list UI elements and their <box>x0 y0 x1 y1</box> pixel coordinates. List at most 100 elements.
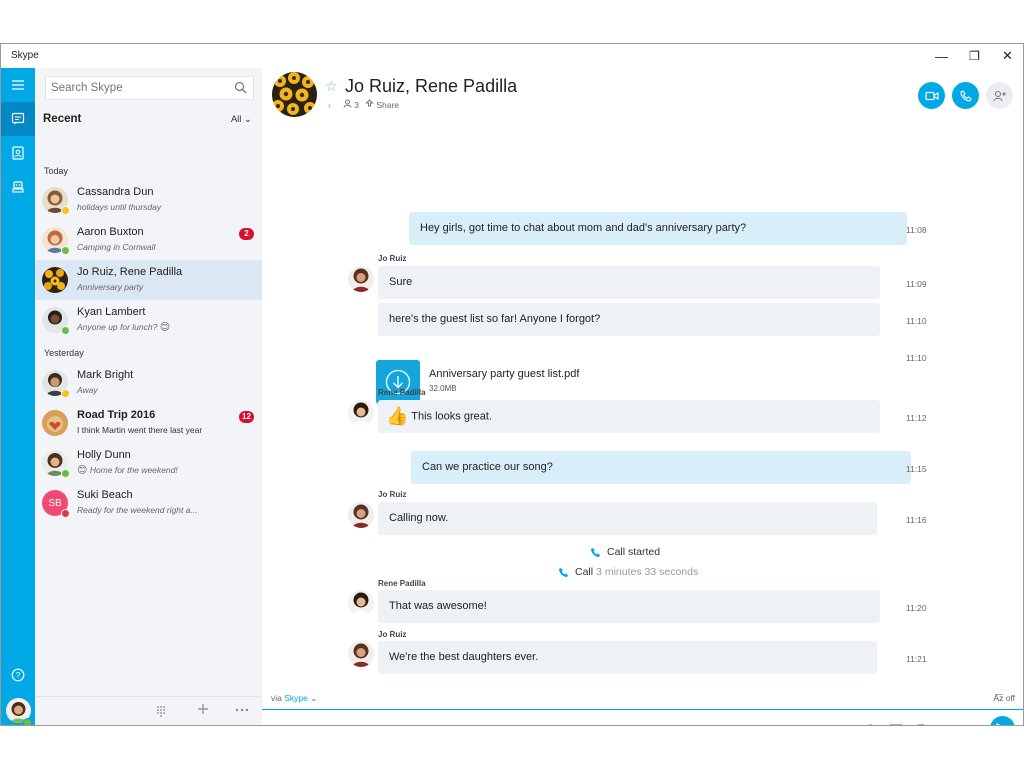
contact-name: Mark Bright <box>77 369 134 381</box>
message-bubble-incoming[interactable]: Sure <box>378 266 880 299</box>
more-icon[interactable] <box>235 703 249 718</box>
list-item[interactable]: Mark Bright Away <box>35 363 262 403</box>
chat-header: ☆ Jo Ruiz, Rene Padilla › 3 Share <box>262 68 1023 144</box>
sender-name: Jo Ruiz <box>378 490 407 499</box>
message-time: 11:10 <box>906 353 927 363</box>
add-icon[interactable] <box>197 703 209 718</box>
participants-button[interactable]: 3 <box>343 99 359 110</box>
add-person-icon <box>993 90 1006 101</box>
sender-name: Jo Ruiz <box>378 254 407 263</box>
list-item[interactable]: Holly Dunn 😊 Home for the weekend! <box>35 443 262 483</box>
message-bubble-outgoing[interactable]: Hey girls, got time to chat about mom an… <box>409 212 907 245</box>
chevron-right-icon[interactable]: › <box>328 100 331 110</box>
list-item[interactable]: Aaron Buxton Camping in Cornwall 2 <box>35 220 262 260</box>
sidebar-toolbar <box>35 696 262 725</box>
file-size: 32.0MB <box>429 384 457 393</box>
search-box[interactable] <box>45 76 254 100</box>
restore-button[interactable]: ❐ <box>958 44 991 68</box>
close-button[interactable]: ✕ <box>991 44 1023 68</box>
contact-mood: Anniversary party <box>77 282 144 292</box>
avatar[interactable] <box>348 400 374 426</box>
contact-name: Suki Beach <box>77 489 133 501</box>
status-online-icon <box>61 246 70 255</box>
contact-card-icon[interactable] <box>965 722 981 725</box>
list-item[interactable]: SB Suki Beach Ready for the weekend righ… <box>35 483 262 523</box>
avatar[interactable] <box>348 590 374 616</box>
call-icon <box>591 547 600 557</box>
contact-mood: holidays until thursday <box>77 202 162 212</box>
bots-icon[interactable] <box>1 170 35 204</box>
share-label: Share <box>376 100 400 110</box>
window-title: Skype <box>11 50 39 61</box>
send-button[interactable] <box>990 716 1015 725</box>
smile-emoji-icon: 😊 <box>77 465 88 476</box>
contact-name: Road Trip 2016 <box>77 409 156 421</box>
avatar[interactable] <box>348 502 374 528</box>
avatar[interactable] <box>348 641 374 667</box>
thumbs-up-emoji-icon: 👍 <box>386 406 409 426</box>
chevron-down-icon: ⌄ <box>244 114 252 125</box>
image-icon[interactable] <box>888 722 904 725</box>
unread-badge: 2 <box>239 228 254 240</box>
list-item[interactable]: Road Trip 2016 I think Martin went there… <box>35 403 262 443</box>
people-icon <box>343 99 352 108</box>
filter-label: All <box>230 114 242 125</box>
conversation-meta: › 3 Share <box>328 99 399 110</box>
message-bubble-outgoing[interactable]: Can we practice our song? <box>411 451 911 484</box>
group-avatar[interactable] <box>272 72 317 117</box>
translate-state: off <box>1005 693 1015 703</box>
avatar[interactable] <box>348 266 374 292</box>
contacts-icon[interactable] <box>1 136 35 170</box>
call-duration: 3 minutes 33 seconds <box>596 566 699 578</box>
message-bubble-incoming[interactable]: Calling now. <box>378 502 877 535</box>
recent-chats-icon[interactable] <box>1 102 35 136</box>
via-label: via <box>271 693 282 703</box>
video-call-button[interactable] <box>918 82 945 109</box>
menu-icon[interactable] <box>1 68 35 102</box>
avatar <box>42 410 68 436</box>
message-bubble-incoming[interactable]: We're the best daughters ever. <box>378 641 877 674</box>
call-started-label: Call started <box>607 546 661 558</box>
via-brand: Skype <box>284 693 308 703</box>
smile-emoji-icon: 😊 <box>159 322 171 333</box>
message-time: 11:16 <box>906 515 927 525</box>
list-item[interactable]: Cassandra Dun holidays until thursday <box>35 180 262 220</box>
sender-name: Rene Padilla <box>378 388 426 397</box>
share-icon <box>365 99 374 107</box>
via-selector[interactable]: via Skype ⌄ <box>271 693 317 704</box>
help-icon[interactable]: ? <box>1 658 35 692</box>
my-status-dot <box>23 718 32 725</box>
message-bubble-incoming[interactable]: 👍 This looks great. <box>378 400 880 433</box>
share-button[interactable]: Share <box>365 99 399 110</box>
dialpad-icon[interactable] <box>156 705 166 720</box>
favorite-star-icon[interactable]: ☆ <box>325 78 338 95</box>
call-started-event: Call started <box>591 546 660 558</box>
search-input[interactable] <box>46 77 226 99</box>
add-people-button[interactable] <box>986 82 1013 109</box>
unread-badge: 12 <box>239 411 254 423</box>
search-icon[interactable] <box>234 81 247 99</box>
filter-dropdown[interactable]: All ⌄ <box>231 114 252 125</box>
message-text: This looks great. <box>411 410 492 423</box>
audio-call-button[interactable] <box>952 82 979 109</box>
minimize-button[interactable]: — <box>925 44 958 68</box>
participants-count: 3 <box>354 100 359 110</box>
phone-icon <box>959 89 972 102</box>
message-time: 11:12 <box>906 413 927 423</box>
skype-window: Skype — ❐ ✕ ? Search Skype Recent All ⌄ … <box>0 43 1024 726</box>
contact-mood: Camping in Cornwall <box>77 242 156 252</box>
list-item[interactable]: Kyan Lambert Anyone up for lunch? 😊 <box>35 300 262 340</box>
emoticon-icon[interactable] <box>862 722 878 725</box>
download-icon[interactable] <box>376 360 420 404</box>
chevron-down-icon: ⌄ <box>310 693 318 703</box>
list-item[interactable]: Jo Ruiz, Rene Padilla Anniversary party <box>35 260 262 300</box>
message-bubble-incoming[interactable]: That was awesome! <box>378 590 880 623</box>
file-icon[interactable] <box>914 722 930 725</box>
contact-name: Kyan Lambert <box>77 306 146 318</box>
translator-toggle[interactable]: A͞z off <box>993 693 1015 703</box>
send-icon <box>996 722 1002 725</box>
video-message-icon[interactable] <box>940 722 956 725</box>
contact-mood: 😊 Home for the weekend! <box>77 465 178 476</box>
message-input[interactable] <box>270 720 840 725</box>
message-bubble-incoming[interactable]: here's the guest list so far! Anyone I f… <box>378 303 880 336</box>
